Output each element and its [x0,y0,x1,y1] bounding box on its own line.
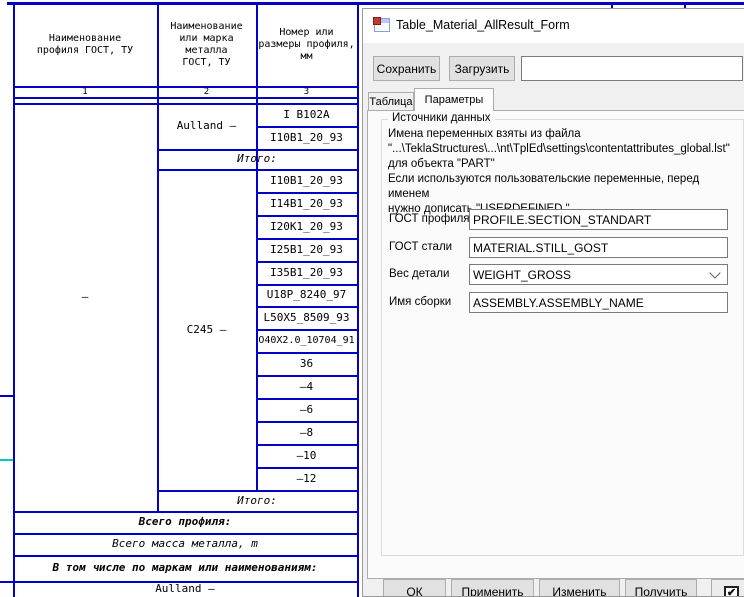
col1-dash-cell[interactable]: – [15,103,155,490]
info-text: Имена переменных взяты из файла "...\Tek… [388,127,742,217]
combobox-value: WEIGHT_GROSS [470,268,711,282]
chevron-down-icon[interactable] [709,267,720,278]
profile-cell[interactable]: —12 [258,467,355,490]
col1-number: 1 [13,86,157,97]
profile-cell[interactable]: I25B1_20_93 [258,238,355,261]
footer-row-material[interactable]: Aulland – [15,581,355,597]
groupbox-title: Источники данных [388,112,495,124]
part-weight-combobox[interactable]: WEIGHT_GROSS [469,264,728,285]
template-name-input[interactable] [521,56,743,81]
col3-number: 3 [256,86,357,97]
profile-cell[interactable]: —6 [258,398,355,421]
screen: Наименование профиля ГОСТ, ТУ Наименован… [0,0,744,597]
field-label-steel-gost: ГОСТ стали [389,237,452,258]
profile-cell[interactable]: O40X2.0_10704_91 [258,329,355,352]
footer-row-total-mass[interactable]: Всего масса металла, m [15,533,355,555]
parameters-tab-page: Источники данных Имена переменных взяты … [367,110,744,579]
dialog-window: Table_Material_AllResult_Form Сохранить … [362,8,744,597]
table-border-right [357,2,359,597]
col2-header[interactable]: Наименование или марка металла ГОСТ, ТУ [157,4,256,86]
apply-button[interactable]: Применить [451,579,534,597]
profile-cell[interactable]: I35B1_20_93 [258,261,355,284]
info-line: Имена переменных взяты из файла [388,127,742,142]
totals-row[interactable]: Итого: [159,149,355,169]
modify-button[interactable]: Изменить [539,579,620,597]
field-label-profile-gost: ГОСТ профиля [389,209,470,230]
col3-header[interactable]: Номер или размеры профиля, мм [256,4,357,86]
profile-cell[interactable]: —8 [258,421,355,444]
info-line: "...\TeklaStructures\...\nt\TplEd\settin… [388,142,742,157]
check-icon: ✔ [727,588,736,597]
tab-parameters[interactable]: Параметры [414,88,494,111]
info-line: Если используются пользовательские перем… [388,172,742,202]
dialog-titlebar[interactable]: Table_Material_AllResult_Form [363,9,744,43]
profile-cell[interactable]: —4 [258,375,355,398]
material-cell[interactable]: С245 – [159,169,254,490]
save-button[interactable]: Сохранить [373,56,440,81]
assembly-name-input[interactable] [469,292,728,313]
col1-header[interactable]: Наименование профиля ГОСТ, ТУ [13,4,157,86]
profile-cell[interactable]: I10B1_20_93 [258,169,355,192]
profile-cell[interactable]: I14B1_20_93 [258,192,355,215]
get-button[interactable]: Получить [625,579,697,597]
steel-gost-input[interactable] [469,237,728,258]
material-cell[interactable]: Aulland – [157,103,256,149]
load-button[interactable]: Загрузить [449,56,515,81]
footer-row-by-marks[interactable]: В том числе по маркам или наименованиям: [15,555,355,581]
form-icon [374,18,390,32]
profile-cell[interactable]: L50X5_8509_93 [258,306,355,329]
profile-cell[interactable]: I10B1_20_93 [258,126,355,149]
ok-button[interactable]: ОК [383,579,446,597]
tab-table[interactable]: Таблица [368,92,414,111]
margin-mark-blue [0,395,13,397]
profile-cell[interactable]: 36 [258,352,355,375]
profile-cell[interactable]: —10 [258,444,355,467]
totals-row[interactable]: Итого: [159,490,355,511]
info-line: для объекта "PART" [388,157,742,172]
footer-row-total-profiles[interactable]: Всего профиля: [15,511,355,533]
profile-gost-input[interactable] [469,209,728,230]
dialog-title: Table_Material_AllResult_Form [396,18,570,32]
profile-cell[interactable]: I B102A [258,103,355,126]
field-label-part-weight: Вес детали [389,264,449,285]
col2-number: 2 [157,86,256,97]
margin-mark-cyan [0,459,13,461]
field-label-assembly-name: Имя сборки [389,292,451,313]
data-sources-groupbox: Источники данных Имена переменных взяты … [381,119,744,556]
profile-cell[interactable]: U18P_8240_97 [258,284,355,306]
profile-cell[interactable]: I20K1_20_93 [258,215,355,238]
toggle-panel: ✔ [711,579,744,597]
apply-checkbox[interactable]: ✔ [724,586,739,597]
